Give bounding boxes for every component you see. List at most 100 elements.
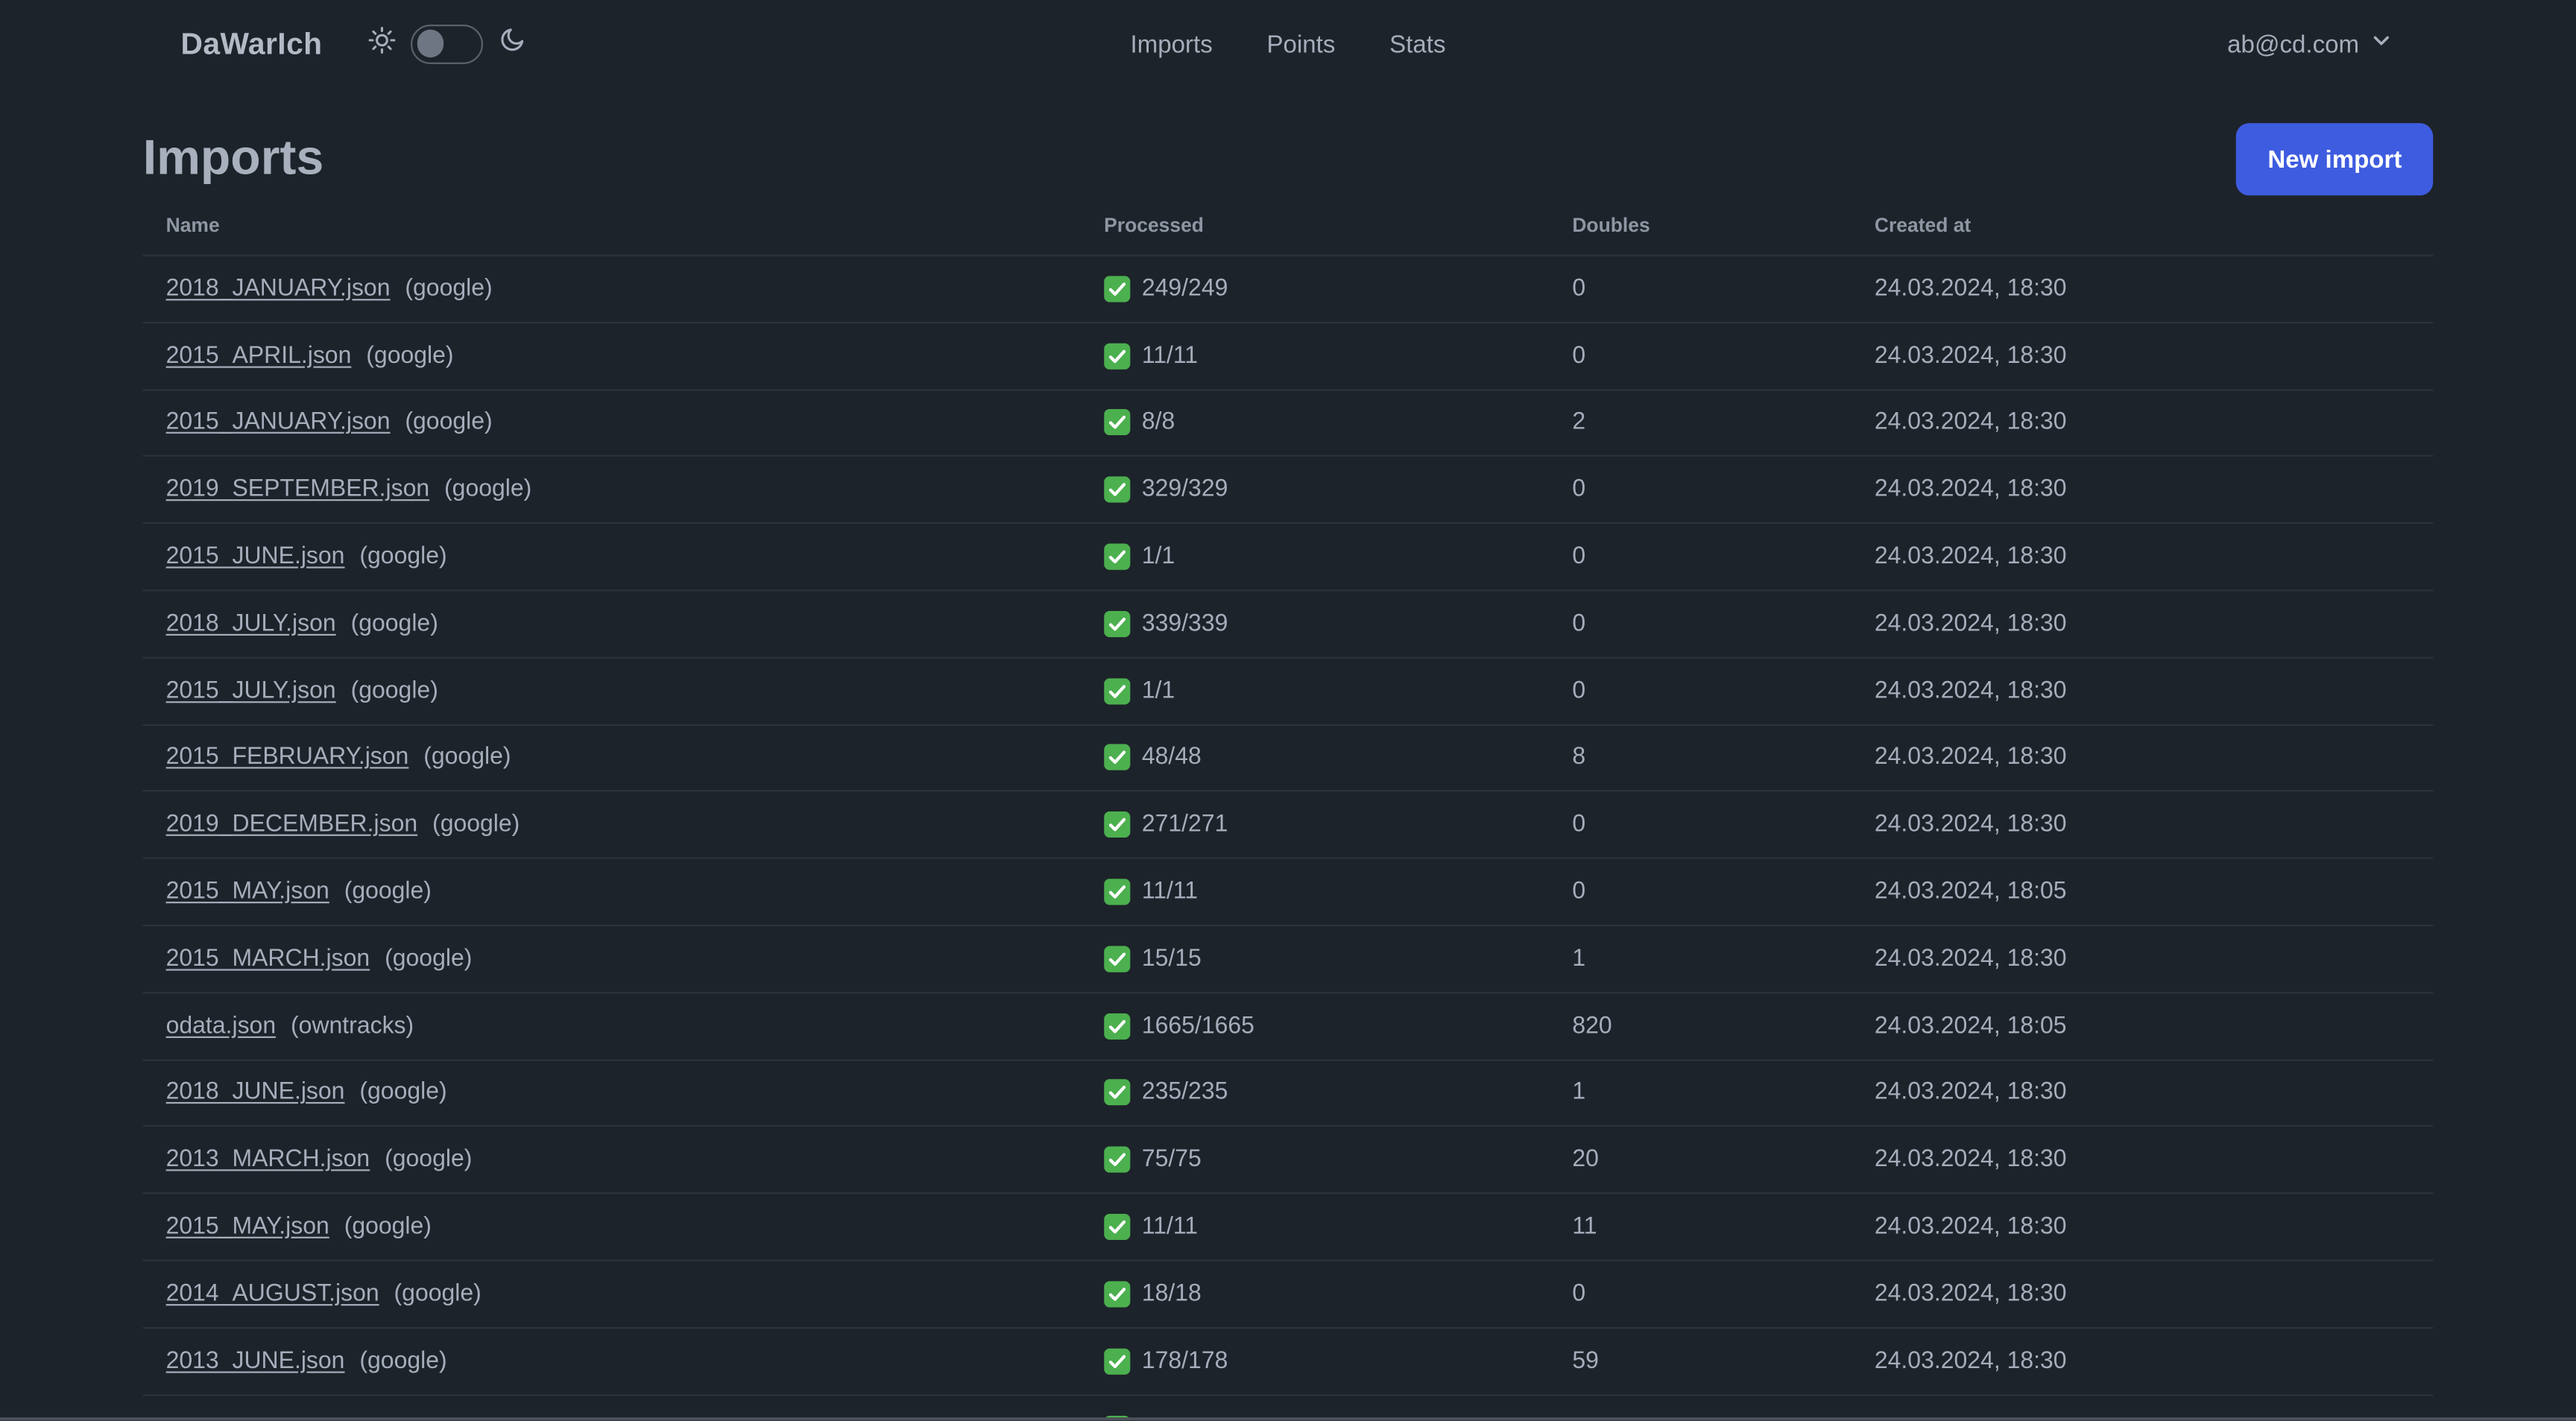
created-at-value: 24.03.2024, 18:30: [1874, 342, 2067, 370]
import-file-link[interactable]: 2015_JANUARY.json: [166, 410, 391, 436]
processed-cell: 8/8: [1104, 409, 1572, 437]
table-row: 2015_MARCH.json (google) 15/15 1 24.03.2…: [142, 926, 2434, 993]
import-file-link[interactable]: 2015_MAY.json: [166, 879, 329, 905]
page-header: Imports New import: [143, 123, 2434, 196]
processed-count: 1665/1665: [1141, 1013, 1254, 1039]
processed-count: 11/11: [1141, 879, 1199, 905]
import-source-label: (google): [444, 476, 532, 504]
name-cell: 2015_JUNE.json (google): [143, 544, 1104, 570]
doubles-count: 0: [1572, 879, 1586, 905]
column-header-name: Name: [165, 213, 220, 237]
table-row: 2015_JUNE.json (google) 1/1 0 24.03.2024…: [142, 525, 2434, 592]
name-cell: 2019_SEPTEMBER.json (google): [143, 477, 1104, 503]
nav-link-stats[interactable]: Stats: [1389, 31, 1445, 58]
import-file-link[interactable]: 2019_SEPTEMBER.json: [166, 477, 430, 503]
import-file-link[interactable]: 2018_JUNE.json: [166, 1080, 345, 1106]
processed-cell: 48/48: [1104, 744, 1572, 771]
processed-count: 11/11: [1141, 342, 1199, 370]
processed-cell: 1665/1665: [1104, 1013, 1572, 1039]
imports-table: Name Processed Doubles Created at 2018_J…: [142, 195, 2434, 1421]
doubles-count: 0: [1572, 677, 1586, 704]
table-row: 2015_JULY.json (google) 1/1 0 24.03.2024…: [142, 658, 2434, 726]
theme-toggle-group: [368, 25, 526, 64]
processed-cell: 329/329: [1104, 476, 1572, 504]
check-icon: [1104, 342, 1131, 370]
check-icon: [1104, 1080, 1131, 1107]
processed-count: 75/75: [1141, 1147, 1202, 1174]
created-at-value: 24.03.2024, 18:30: [1874, 276, 2067, 303]
doubles-count: 0: [1572, 476, 1586, 504]
processed-cell: 249/249: [1104, 276, 1572, 303]
column-header-processed: Processed: [1104, 213, 1204, 237]
table-row: 2018_JULY.json (google) 339/339 0 24.03.…: [142, 591, 2434, 659]
doubles-count: 11: [1572, 1213, 1597, 1241]
processed-count: 48/48: [1141, 744, 1202, 771]
doubles-count: 0: [1572, 276, 1586, 303]
import-file-link[interactable]: 2014_AUGUST.json: [166, 1281, 379, 1307]
import-file-link[interactable]: 2015_FEBRUARY.json: [166, 744, 409, 770]
import-file-link[interactable]: 2013_MARCH.json: [166, 1147, 370, 1173]
check-icon: [1104, 476, 1131, 504]
main-nav: Imports Points Stats: [1131, 0, 1446, 89]
import-source-label: (google): [366, 342, 454, 370]
import-source-label: (google): [344, 1213, 432, 1241]
import-file-link[interactable]: 2015_JUNE.json: [166, 544, 345, 570]
table-row: 2015_MAY.json (google) 11/11 0 24.03.202…: [142, 859, 2434, 927]
processed-cell: 18/18: [1104, 1280, 1572, 1308]
import-file-link[interactable]: 2013_JUNE.json: [166, 1348, 345, 1374]
new-import-button[interactable]: New import: [2236, 123, 2434, 196]
app-logo[interactable]: DaWarIch: [180, 26, 322, 62]
import-file-link[interactable]: 2015_MARCH.json: [166, 946, 370, 972]
import-file-link[interactable]: 2018_JANUARY.json: [166, 276, 391, 302]
name-cell: 2013_JUNE.json (google): [143, 1348, 1104, 1374]
table-body: 2018_JANUARY.json (google) 249/249 0 24.…: [142, 256, 2434, 1421]
created-at-value: 24.03.2024, 18:30: [1874, 1147, 2067, 1174]
processed-count: 329/329: [1141, 476, 1228, 504]
nav-link-imports[interactable]: Imports: [1131, 31, 1213, 58]
navbar: DaWarIch Imports Points Stats ab@cd.com: [0, 0, 2576, 89]
import-source-label: (google): [344, 879, 432, 905]
processed-count: 249/249: [1141, 276, 1228, 303]
table-row: 2018_JUNE.json (google) 235/235 1 24.03.…: [142, 1060, 2434, 1127]
created-at-value: 24.03.2024, 18:30: [1874, 811, 2067, 838]
check-icon: [1104, 677, 1131, 704]
check-icon: [1104, 744, 1131, 771]
import-file-link[interactable]: odata.json: [166, 1013, 277, 1039]
theme-toggle[interactable]: [411, 25, 484, 64]
created-at-value: 24.03.2024, 18:05: [1874, 879, 2067, 905]
check-icon: [1104, 811, 1131, 838]
processed-count: 8/8: [1141, 409, 1175, 437]
processed-count: 235/235: [1141, 1080, 1228, 1107]
doubles-count: 0: [1572, 342, 1586, 370]
import-file-link[interactable]: 2019_DECEMBER.json: [166, 811, 418, 838]
table-row: 2015_JANUARY.json (google) 8/8 2 24.03.2…: [142, 390, 2434, 458]
table-row: 2019_DECEMBER.json (google) 271/271 0 24…: [142, 792, 2434, 860]
check-icon: [1104, 409, 1131, 437]
check-icon: [1104, 879, 1131, 905]
import-file-link[interactable]: 2015_APRIL.json: [166, 343, 352, 369]
created-at-value: 24.03.2024, 18:30: [1874, 1213, 2067, 1241]
user-menu[interactable]: ab@cd.com: [2227, 30, 2392, 60]
import-source-label: (google): [405, 276, 493, 303]
table-row: 2013_JUNE.json (google) 178/178 59 24.03…: [142, 1329, 2434, 1396]
check-icon: [1104, 543, 1131, 570]
check-icon: [1104, 1147, 1131, 1174]
processed-cell: 235/235: [1104, 1080, 1572, 1107]
nav-link-points[interactable]: Points: [1266, 31, 1335, 58]
name-cell: 2013_MARCH.json (google): [143, 1147, 1104, 1173]
doubles-count: 0: [1572, 1280, 1586, 1308]
doubles-count: 1: [1572, 1080, 1586, 1107]
processed-count: 15/15: [1141, 946, 1202, 972]
import-file-link[interactable]: 2015_JULY.json: [166, 678, 336, 704]
import-source-label: (google): [385, 1147, 473, 1174]
processed-count: 1/1: [1141, 543, 1175, 570]
doubles-count: 2: [1572, 409, 1586, 437]
import-source-label: (google): [394, 1280, 482, 1308]
name-cell: 2015_JULY.json (google): [143, 678, 1104, 704]
import-source-label: (google): [385, 946, 473, 972]
import-file-link[interactable]: 2015_MAY.json: [166, 1214, 329, 1240]
import-file-link[interactable]: 2018_JULY.json: [166, 611, 336, 637]
doubles-count: 0: [1572, 811, 1586, 838]
import-source-label: (google): [359, 1347, 447, 1375]
import-source-label: (google): [359, 543, 447, 570]
